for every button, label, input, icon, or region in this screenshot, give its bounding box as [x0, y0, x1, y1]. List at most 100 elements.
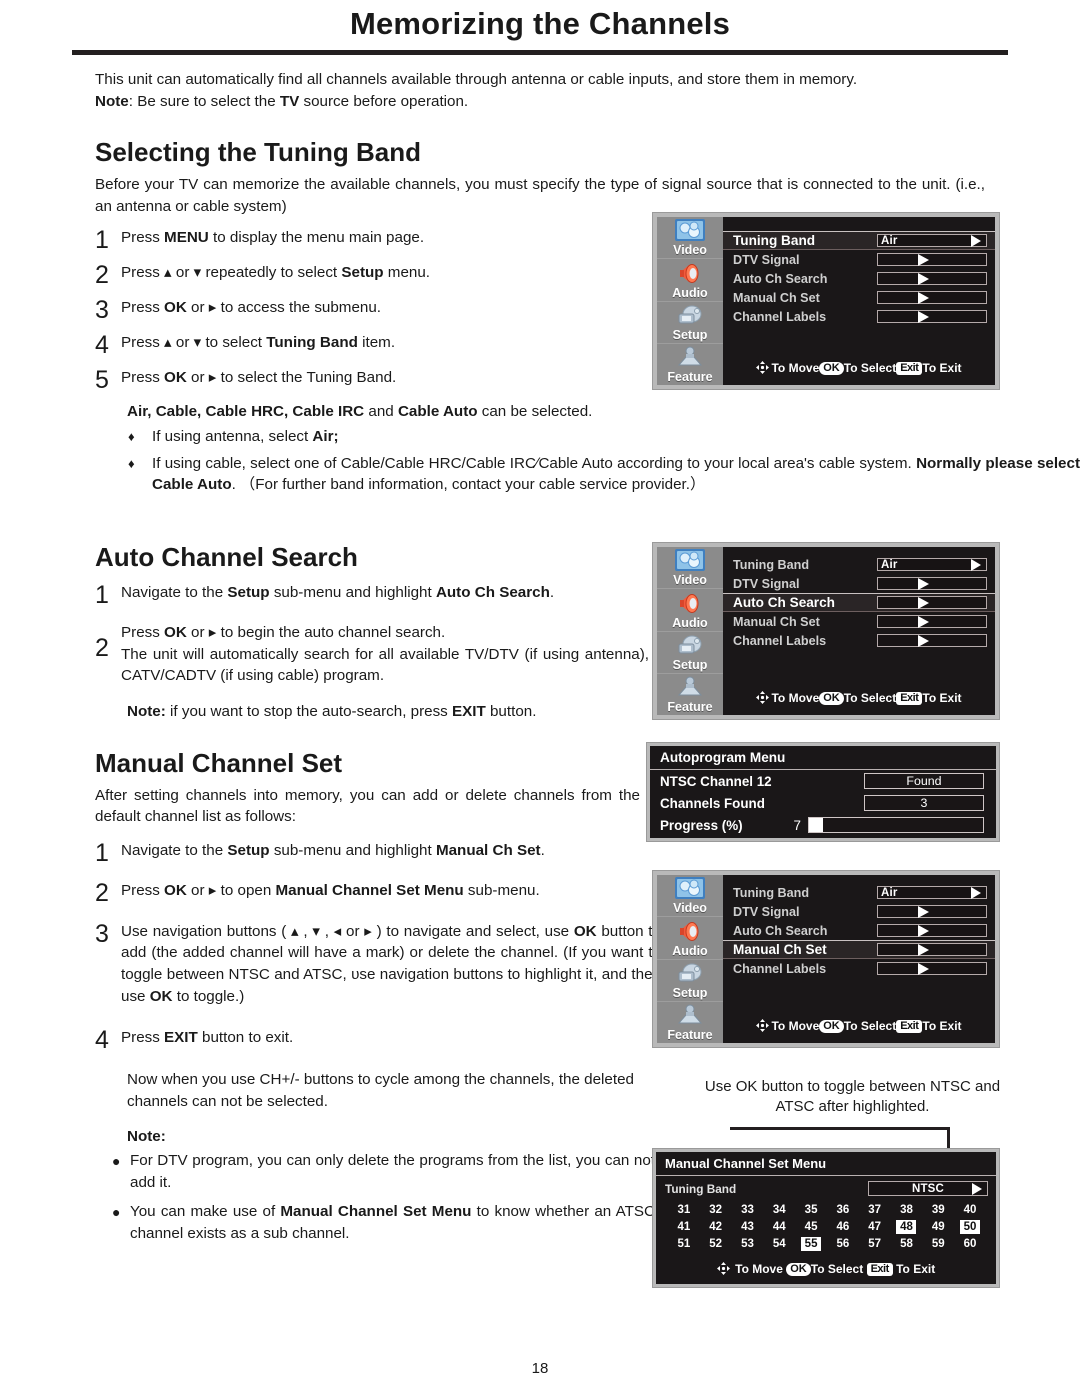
manual-ch-set-control[interactable] — [877, 943, 987, 956]
manual-channel-band-row[interactable]: Tuning Band NTSC — [656, 1176, 996, 1199]
channel-cell[interactable]: 54 — [763, 1237, 795, 1251]
channel-cell[interactable]: 37 — [859, 1203, 891, 1217]
sidebar-item-video[interactable]: Video — [657, 217, 723, 260]
auto-ch-search-control[interactable] — [877, 596, 987, 609]
sidebar-item-audio[interactable]: Audio — [657, 259, 723, 302]
right-arrow-icon — [971, 558, 981, 571]
channel-cell[interactable]: 52 — [700, 1237, 732, 1251]
channel-cell[interactable]: 39 — [922, 1203, 954, 1217]
setup-icon — [673, 303, 707, 328]
sidebar-item-feature[interactable]: Feature — [657, 673, 723, 715]
sidebar-item-feature[interactable]: Feature — [657, 1001, 723, 1043]
channel-cell[interactable]: 56 — [827, 1237, 859, 1251]
channel-cell[interactable]: 43 — [732, 1220, 764, 1234]
channel-cell[interactable]: 53 — [732, 1237, 764, 1251]
sidebar-item-feature[interactable]: Feature — [657, 343, 723, 385]
osd-sidebar[interactable]: Video Audio Setup Feature — [657, 217, 723, 385]
channel-cell[interactable]: 34 — [763, 1203, 795, 1217]
osd-row-dtv-signal[interactable]: DTV Signal — [723, 574, 995, 593]
channel-labels-control[interactable] — [877, 962, 987, 975]
channel-cell-marked[interactable]: 50 — [954, 1220, 986, 1234]
channel-cell[interactable]: 41 — [668, 1220, 700, 1234]
channel-cell[interactable]: 38 — [891, 1203, 923, 1217]
step-part: . — [540, 841, 545, 859]
sidebar-item-setup-label: Setup — [672, 657, 708, 672]
osd-row-auto-ch-search[interactable]: Auto Ch Search — [723, 921, 995, 940]
osd-sidebar[interactable]: Video Audio Setup Feature — [657, 875, 723, 1043]
step-part-bold: OK — [164, 881, 187, 899]
channel-number: 38 — [900, 1204, 913, 1216]
sidebar-item-video[interactable]: Video — [657, 875, 723, 918]
channel-cell[interactable]: 47 — [859, 1220, 891, 1234]
tuning-band-options: Air, Cable, Cable HRC, Cable IRC and Cab… — [127, 403, 1080, 420]
osd-row-tuning-band[interactable]: Tuning Band Air — [723, 555, 995, 574]
osd-row-tuning-band[interactable]: Tuning Band Air — [723, 231, 995, 250]
channel-cell[interactable]: 40 — [954, 1203, 986, 1217]
channel-cell[interactable]: 32 — [700, 1203, 732, 1217]
tuning-band-value-control[interactable]: Air — [877, 234, 987, 247]
channel-cell-marked[interactable]: 55 — [795, 1237, 827, 1251]
tuning-band-value-control[interactable]: Air — [877, 558, 987, 571]
osd-row-label: Tuning Band — [733, 557, 810, 572]
osd-row-manual-ch-set[interactable]: Manual Ch Set — [723, 940, 995, 959]
manual-ch-set-control[interactable] — [877, 291, 987, 304]
osd-row-label: Tuning Band — [733, 233, 816, 248]
channel-row: 51 52 53 54 55 56 57 58 59 60 — [668, 1237, 986, 1251]
osd-panel-auto-ch-search[interactable]: Video Audio Setup Feature Tuning Band Ai… — [652, 542, 1000, 720]
channel-cell[interactable]: 58 — [891, 1237, 923, 1251]
autoprogram-row-channels-found: Channels Found 3 — [650, 792, 996, 814]
channel-labels-control[interactable] — [877, 310, 987, 323]
osd-row-auto-ch-search[interactable]: Auto Ch Search — [723, 269, 995, 288]
channel-cell[interactable]: 51 — [668, 1237, 700, 1251]
manual-band-value-control[interactable]: NTSC — [868, 1181, 988, 1196]
channel-cell[interactable]: 57 — [859, 1237, 891, 1251]
channel-cell[interactable]: 46 — [827, 1220, 859, 1234]
autoprogram-menu-panel[interactable]: Autoprogram Menu NTSC Channel 12 Found C… — [646, 742, 1000, 842]
osd-panel-tuning-band[interactable]: Video Audio Setup Feature Tuning Band Ai… — [652, 212, 1000, 390]
osd-panel-manual-ch-set[interactable]: Video Audio Setup Feature Tuning Band Ai… — [652, 870, 1000, 1048]
channel-cell[interactable]: 60 — [954, 1237, 986, 1251]
note-text: : Be sure to select the — [128, 93, 280, 111]
sidebar-item-video[interactable]: Video — [657, 547, 723, 590]
feature-icon — [673, 1003, 707, 1028]
dtv-signal-control[interactable] — [877, 253, 987, 266]
channel-cell[interactable]: 49 — [922, 1220, 954, 1234]
tuning-band-value-control[interactable]: Air — [877, 886, 987, 899]
osd-row-label: DTV Signal — [733, 904, 800, 919]
dtv-signal-control[interactable] — [877, 577, 987, 590]
channel-cell[interactable]: 35 — [795, 1203, 827, 1217]
osd-row-dtv-signal[interactable]: DTV Signal — [723, 902, 995, 921]
auto-ch-search-control[interactable] — [877, 272, 987, 285]
sidebar-item-setup[interactable]: Setup — [657, 631, 723, 674]
sidebar-item-audio[interactable]: Audio — [657, 589, 723, 632]
channel-cell[interactable]: 42 — [700, 1220, 732, 1234]
osd-row-auto-ch-search[interactable]: Auto Ch Search — [723, 593, 995, 612]
auto-ch-search-control[interactable] — [877, 924, 987, 937]
osd-row-manual-ch-set[interactable]: Manual Ch Set — [723, 612, 995, 631]
channel-cell-marked[interactable]: 48 — [891, 1220, 923, 1234]
channel-cell[interactable]: 33 — [732, 1203, 764, 1217]
osd-row-channel-labels[interactable]: Channel Labels — [723, 631, 995, 650]
channel-cell[interactable]: 36 — [827, 1203, 859, 1217]
channel-labels-control[interactable] — [877, 634, 987, 647]
channel-grid[interactable]: 31 32 33 34 35 36 37 38 39 40 41 42 43 4… — [656, 1199, 996, 1254]
sidebar-item-setup[interactable]: Setup — [657, 301, 723, 344]
channel-cell[interactable]: 59 — [922, 1237, 954, 1251]
right-arrow-icon — [918, 634, 929, 647]
channel-cell[interactable]: 45 — [795, 1220, 827, 1234]
osd-sidebar[interactable]: Video Audio Setup Feature — [657, 547, 723, 715]
osd-row-channel-labels[interactable]: Channel Labels — [723, 959, 995, 978]
osd-row-tuning-band[interactable]: Tuning Band Air — [723, 883, 995, 902]
channel-cell[interactable]: 31 — [668, 1203, 700, 1217]
osd-row-channel-labels[interactable]: Channel Labels — [723, 307, 995, 326]
osd-row-dtv-signal[interactable]: DTV Signal — [723, 250, 995, 269]
sidebar-item-setup[interactable]: Setup — [657, 959, 723, 1002]
channel-cell[interactable]: 44 — [763, 1220, 795, 1234]
tuning-band-intro: Before your TV can memorize the availabl… — [95, 176, 985, 215]
manual-ch-set-control[interactable] — [877, 615, 987, 628]
sidebar-item-audio[interactable]: Audio — [657, 917, 723, 960]
dtv-signal-control[interactable] — [877, 905, 987, 918]
osd-row-manual-ch-set[interactable]: Manual Ch Set — [723, 288, 995, 307]
progress-bar — [808, 817, 984, 833]
manual-channel-set-menu-panel[interactable]: Manual Channel Set Menu Tuning Band NTSC… — [652, 1148, 1000, 1288]
